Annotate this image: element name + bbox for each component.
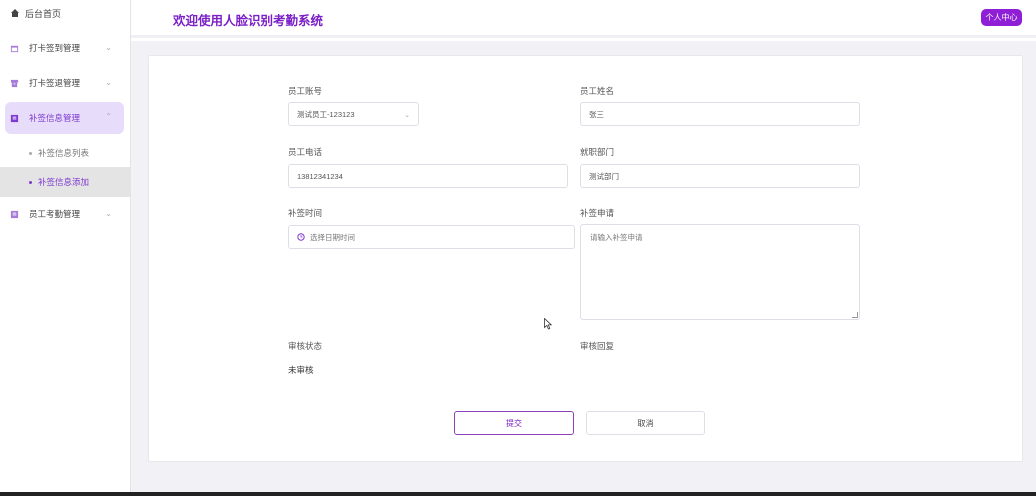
header: 欢迎使用人脸识别考勤系统 个人中心 xyxy=(131,0,1036,38)
employee-phone-label: 员工电话 xyxy=(288,147,323,157)
sidebar-item-checkin[interactable]: 打卡签到管理 ⌄ xyxy=(5,33,124,63)
sidebar-home-label: 后台首页 xyxy=(25,8,62,19)
sidebar-item-checkout[interactable]: 打卡签退管理 ⌄ xyxy=(5,68,124,98)
page-title: 欢迎使用人脸识别考勤系统 xyxy=(173,14,324,28)
resign-time-placeholder: 选择日期时间 xyxy=(310,232,355,242)
document-icon xyxy=(10,210,19,218)
resign-request-placeholder: 请输入补签申请 xyxy=(590,233,643,242)
sidebar-subitem-label: 补签信息列表 xyxy=(38,148,90,158)
sidebar-item-label: 补签信息管理 xyxy=(29,113,81,123)
sidebar-home[interactable]: 后台首页 xyxy=(10,6,61,20)
sidebar-subitem-resign-add[interactable]: 补签信息添加 xyxy=(0,167,131,197)
review-status-value: 未审核 xyxy=(288,365,314,375)
employee-phone-value: 13812341234 xyxy=(297,171,343,181)
employee-phone-field[interactable]: 13812341234 xyxy=(288,164,568,188)
mouse-cursor-icon xyxy=(544,318,552,330)
sidebar-item-resign[interactable]: 补签信息管理 ⌃ xyxy=(5,102,124,134)
bottom-border xyxy=(0,492,1036,496)
sidebar-item-label: 打卡签退管理 xyxy=(29,78,81,88)
employee-name-value: 张三 xyxy=(589,109,604,119)
chevron-down-icon: ⌄ xyxy=(105,209,112,218)
archive-icon xyxy=(10,79,19,87)
submit-button[interactable]: 提交 xyxy=(454,411,574,435)
profile-button[interactable]: 个人中心 xyxy=(981,9,1022,26)
document-icon xyxy=(10,114,19,122)
department-field[interactable]: 测试部门 xyxy=(580,164,860,188)
home-icon xyxy=(11,9,19,17)
bullet-dot xyxy=(29,180,32,184)
sidebar-item-label: 打卡签到管理 xyxy=(29,43,81,53)
sidebar-subitem-resign-list[interactable]: 补签信息列表 xyxy=(0,138,131,168)
review-status-label: 审核状态 xyxy=(288,341,323,351)
employee-name-field[interactable]: 张三 xyxy=(580,102,860,126)
chevron-down-icon: ⌄ xyxy=(404,112,410,119)
department-label: 就职部门 xyxy=(580,147,615,157)
department-value: 测试部门 xyxy=(589,171,619,181)
sidebar-item-attendance[interactable]: 员工考勤管理 ⌄ xyxy=(5,199,124,229)
resign-request-label: 补签申请 xyxy=(580,208,615,218)
resign-time-label: 补签时间 xyxy=(288,208,323,218)
bullet-dot xyxy=(29,151,32,155)
sidebar: 后台首页 打卡签到管理 ⌄ 打卡签退管理 ⌄ 补签信息管理 ⌃ 补签信息列表 补… xyxy=(0,0,131,492)
resize-handle[interactable] xyxy=(852,312,858,318)
employee-account-label: 员工账号 xyxy=(288,86,323,96)
calendar-icon xyxy=(10,45,19,52)
resign-time-picker[interactable]: 选择日期时间 xyxy=(288,225,575,249)
employee-account-value: 测试员工-123123 xyxy=(297,109,355,119)
employee-account-select[interactable]: 测试员工-123123 ⌄ xyxy=(288,102,419,126)
sidebar-subitem-label: 补签信息添加 xyxy=(38,177,90,187)
clock-icon xyxy=(297,233,305,241)
resign-request-textarea[interactable]: 请输入补签申请 xyxy=(580,224,860,320)
sidebar-item-label: 员工考勤管理 xyxy=(29,209,81,219)
chevron-up-icon: ⌃ xyxy=(105,112,112,121)
cancel-button[interactable]: 取消 xyxy=(586,411,705,435)
chevron-down-icon: ⌄ xyxy=(105,43,112,52)
chevron-down-icon: ⌄ xyxy=(105,78,112,87)
employee-name-label: 员工姓名 xyxy=(580,86,615,96)
review-reply-label: 审核回复 xyxy=(580,341,615,351)
